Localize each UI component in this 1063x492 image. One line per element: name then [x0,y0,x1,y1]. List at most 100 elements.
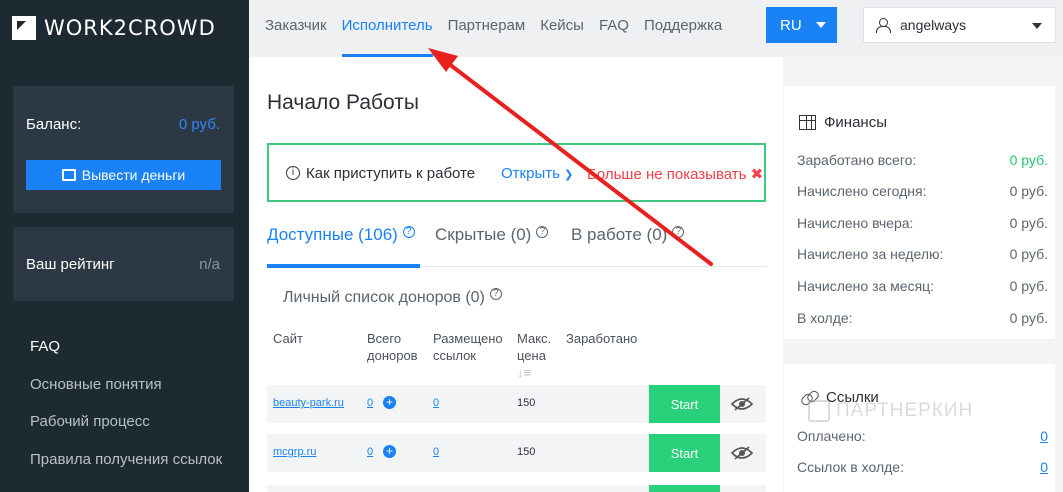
balance-panel: Баланс: 0 руб. Вывести деньги [13,86,234,213]
links-row-value[interactable]: 0 [1040,428,1048,444]
watermark-text: ПАРТНЕРКИН [836,400,974,421]
tab-hidden[interactable]: Скрытые (0)? [435,225,549,245]
user-menu[interactable]: angelways [863,7,1056,43]
row-donors-count[interactable]: 0 [367,446,373,458]
chevron-down-icon [816,22,826,28]
tab-available[interactable]: Доступные (106)? [267,225,415,245]
tabs: Доступные (106)? Скрытые (0)? В работе (… [267,215,766,268]
finance-row-value: 0 руб. [1009,215,1048,231]
row-site-link[interactable]: beauty-park.ru [273,397,344,409]
nav-support[interactable]: Поддержка [644,0,722,57]
sidebar-item-workflow[interactable]: Рабочий процесс [30,412,222,450]
finance-header: Финансы [799,114,887,131]
header-donors: Всего доноров [367,330,418,364]
header-links-line2: ссылок [433,348,476,363]
links-row: Ссылок в холде: 0 [797,459,1048,475]
nav-customer[interactable]: Заказчик [265,0,327,57]
row-links-count[interactable]: 0 [433,397,439,409]
sidebar-nav: FAQ Основные понятия Рабочий процесс Пра… [30,337,222,487]
hide-eye-icon[interactable] [731,396,753,412]
user-icon [876,17,891,33]
finance-row-label: Начислено за месяц: [797,278,935,294]
finance-row-label: Начислено за неделю: [797,246,944,262]
donors-list-label: Личный список доноров (0) [283,289,485,306]
add-donor-icon[interactable]: + [383,445,396,458]
sort-icon[interactable]: ↓≡ [517,365,531,380]
finance-row: В холде: 0 руб. [797,310,1048,326]
sidebar: WORK2CROWD Баланс: 0 руб. Вывести деньги… [0,0,249,492]
howto-banner: i Как приступить к работе Открыть ❯ Боль… [267,143,766,202]
finance-row-label: Заработано всего: [797,152,917,168]
logo[interactable]: WORK2CROWD [12,15,216,41]
language-value: RU [780,16,802,34]
start-button[interactable]: Start [649,434,720,472]
add-donor-icon[interactable]: + [383,396,396,409]
active-tab-indicator [267,264,420,268]
withdraw-label: Вывести деньги [81,167,186,183]
start-button[interactable]: Start [649,385,720,423]
howto-text: Как приступить к работе [306,165,476,182]
table-row: mcgrp.ru 0 + 0 150 Start [267,434,766,472]
links-row-value[interactable]: 0 [1040,459,1048,475]
chevron-down-icon [1032,23,1042,29]
nav-faq[interactable]: FAQ [599,0,629,57]
howto-open-label: Открыть [501,165,560,182]
links-row: Оплачено: 0 [797,428,1048,444]
sidebar-item-faq[interactable]: FAQ [30,337,222,375]
row-site-link[interactable]: mcgrp.ru [273,446,316,458]
header-links-line1: Размещено [433,331,503,346]
tab-in-progress[interactable]: В работе (0)? [571,225,685,245]
finance-row-label: В холде: [797,310,853,326]
help-icon[interactable]: ? [536,226,549,238]
table-row: beauty-park.ru 0 + 0 150 Start [267,385,766,423]
logo-icon [12,16,36,40]
nav-performer[interactable]: Исполнитель [341,0,433,58]
header-donors-line2: доноров [367,348,418,363]
links-panel: Ссылки Оплачено: 0 Ссылок в холде: 0 [784,364,1055,492]
finance-row: Заработано всего: 0 руб. [797,152,1048,168]
hide-eye-icon[interactable] [731,445,753,461]
finance-row: Начислено вчера: 0 руб. [797,215,1048,231]
chevron-down-icon: ❯ [564,169,574,181]
row-donors-count[interactable]: 0 [367,397,373,409]
row-price: 150 [517,397,536,409]
header-donors-line1: Всего [367,331,402,346]
rating-value: n/a [199,256,220,273]
row-links-count[interactable]: 0 [433,446,439,458]
table-icon [799,115,816,130]
links-row-label: Ссылок в холде: [797,459,904,475]
watermark: ПАРТНЕРКИН [808,400,973,422]
withdraw-button[interactable]: Вывести деньги [26,160,221,190]
howto-open-link[interactable]: Открыть ❯ [501,165,573,182]
rating-label: Ваш рейтинг [26,256,115,273]
start-button[interactable] [649,485,720,492]
tab-hidden-label: Скрытые (0) [435,225,532,244]
finance-row-label: Начислено вчера: [797,215,914,231]
help-icon[interactable]: ? [402,226,415,238]
watermark-logo-icon [808,400,830,422]
top-nav: Заказчик Исполнитель Партнерам Кейсы FAQ… [265,0,737,58]
header-earned: Заработано [566,331,638,346]
table-row [267,485,766,492]
donors-list-link[interactable]: Личный список доноров (0)? [283,288,502,307]
howto-hide-link[interactable]: Больше не показывать ✖ [587,165,763,183]
nav-partners[interactable]: Партнерам [448,0,526,57]
info-icon: i [286,166,300,180]
sidebar-item-basics[interactable]: Основные понятия [30,375,222,413]
help-icon[interactable]: ? [489,288,502,300]
language-select[interactable]: RU [766,7,837,43]
top-bar: Заказчик Исполнитель Партнерам Кейсы FAQ… [249,0,1063,58]
howto-hide-label: Больше не показывать [587,166,747,183]
finance-row-value: 0 руб. [1009,310,1048,326]
header-links: Размещено ссылок [433,330,503,364]
nav-cases[interactable]: Кейсы [540,0,584,57]
finance-title: Финансы [824,114,887,131]
rating-panel: Ваш рейтинг n/a [13,227,234,301]
sidebar-item-link-rules[interactable]: Правила получения ссылок [30,450,222,488]
withdraw-icon [61,169,76,181]
finance-row: Начислено за месяц: 0 руб. [797,278,1048,294]
finance-row-value: 0 руб. [1009,152,1048,168]
finance-row: Начислено сегодня: 0 руб. [797,183,1048,199]
help-icon[interactable]: ? [672,226,685,238]
header-price[interactable]: Макс. цена ↓≡ [517,330,551,381]
